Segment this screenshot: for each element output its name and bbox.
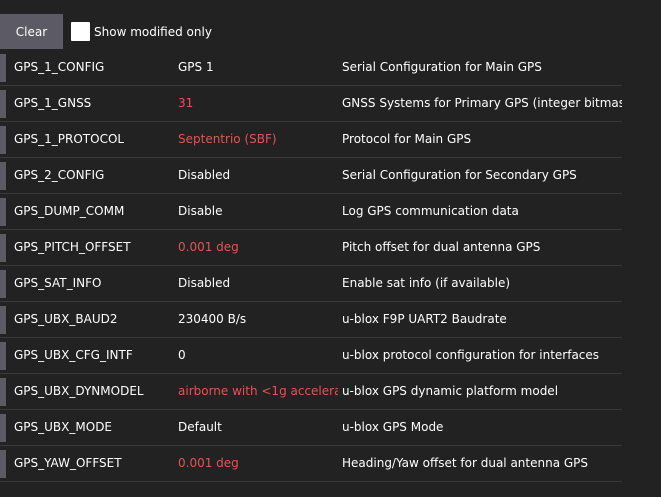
param-value[interactable]: Disabled bbox=[178, 266, 338, 301]
row-edit-handle[interactable] bbox=[0, 306, 6, 334]
row-edit-handle[interactable] bbox=[0, 378, 6, 406]
param-name: GPS_YAW_OFFSET bbox=[14, 456, 122, 470]
param-name: GPS_UBX_BAUD2 bbox=[14, 312, 118, 326]
param-name: GPS_1_GNSS bbox=[14, 96, 92, 110]
row-edit-handle[interactable] bbox=[0, 126, 6, 154]
row-edit-handle[interactable] bbox=[0, 198, 6, 226]
param-row[interactable]: GPS_PITCH_OFFSET 0.001 deg Pitch offset fo… bbox=[0, 230, 622, 266]
param-row[interactable]: GPS_UBX_MODE Default u-blox GPS Mode bbox=[0, 410, 622, 446]
param-row[interactable]: GPS_1_PROTOCOL Septentrio (SBF) Protocol f… bbox=[0, 122, 622, 158]
param-description: u-blox GPS dynamic platform model bbox=[342, 384, 559, 398]
param-description: Pitch offset for dual antenna GPS bbox=[342, 240, 541, 254]
param-row[interactable]: GPS_1_CONFIG GPS 1 Serial Configuration fo… bbox=[0, 50, 622, 86]
param-value[interactable]: Disable bbox=[178, 194, 338, 229]
show-modified-checkbox[interactable] bbox=[71, 22, 90, 41]
param-name: GPS_2_CONFIG bbox=[14, 168, 105, 182]
param-value[interactable]: Default bbox=[178, 410, 338, 445]
row-edit-handle[interactable] bbox=[0, 450, 6, 478]
clear-button[interactable]: Clear bbox=[0, 14, 63, 49]
param-description: u-blox GPS Mode bbox=[342, 420, 444, 434]
param-name: GPS_1_CONFIG bbox=[14, 60, 105, 74]
param-toolbar: Clear Show modified only bbox=[0, 14, 212, 49]
param-value[interactable]: GPS 1 bbox=[178, 50, 338, 85]
param-description: u-blox protocol configuration for interf… bbox=[342, 348, 600, 362]
param-row[interactable]: GPS_UBX_BAUD2 230400 B/s u-blox F9P UART2 … bbox=[0, 302, 622, 338]
parameter-table: GPS_1_CONFIG GPS 1 Serial Configuration fo… bbox=[0, 50, 622, 482]
param-row[interactable]: GPS_SAT_INFO Disabled Enable sat info (if … bbox=[0, 266, 622, 302]
param-name: GPS_UBX_DYNMODEL bbox=[14, 384, 144, 398]
param-name: GPS_PITCH_OFFSET bbox=[14, 240, 131, 254]
row-edit-handle[interactable] bbox=[0, 90, 6, 118]
param-name: GPS_UBX_MODE bbox=[14, 420, 113, 434]
param-row[interactable]: GPS_YAW_OFFSET 0.001 deg Heading/Yaw offse… bbox=[0, 446, 622, 482]
param-description: Serial Configuration for Secondary GPS bbox=[342, 168, 577, 182]
param-row[interactable]: GPS_UBX_CFG_INTF 0 u-blox protocol configu… bbox=[0, 338, 622, 374]
param-value[interactable]: 230400 B/s bbox=[178, 302, 338, 337]
param-description: GNSS Systems for Primary GPS (integer bi… bbox=[342, 96, 622, 110]
param-name: GPS_UBX_CFG_INTF bbox=[14, 348, 133, 362]
row-edit-handle[interactable] bbox=[0, 414, 6, 442]
param-row[interactable]: GPS_2_CONFIG Disabled Serial Configuration… bbox=[0, 158, 622, 194]
param-value[interactable]: Septentrio (SBF) bbox=[178, 122, 338, 157]
param-value[interactable]: Disabled bbox=[178, 158, 338, 193]
param-name: GPS_1_PROTOCOL bbox=[14, 132, 125, 146]
param-description: Enable sat info (if available) bbox=[342, 276, 511, 290]
param-description: Log GPS communication data bbox=[342, 204, 519, 218]
param-value[interactable]: 0.001 deg bbox=[178, 446, 338, 481]
param-row[interactable]: GPS_UBX_DYNMODEL airborne with <1g accele… bbox=[0, 374, 622, 410]
row-edit-handle[interactable] bbox=[0, 234, 6, 262]
param-value[interactable]: 0 bbox=[178, 338, 338, 373]
show-modified-label[interactable]: Show modified only bbox=[94, 25, 212, 39]
param-description: Protocol for Main GPS bbox=[342, 132, 472, 146]
param-row[interactable]: GPS_DUMP_COMM Disable Log GPS communicatio… bbox=[0, 194, 622, 230]
row-edit-handle[interactable] bbox=[0, 162, 6, 190]
param-value[interactable]: airborne with <1g acceleratio bbox=[178, 374, 338, 409]
param-description: u-blox F9P UART2 Baudrate bbox=[342, 312, 507, 326]
row-edit-handle[interactable] bbox=[0, 54, 6, 82]
param-name: GPS_SAT_INFO bbox=[14, 276, 102, 290]
param-description: Serial Configuration for Main GPS bbox=[342, 60, 542, 74]
row-edit-handle[interactable] bbox=[0, 342, 6, 370]
param-description: Heading/Yaw offset for dual antenna GPS bbox=[342, 456, 589, 470]
param-name: GPS_DUMP_COMM bbox=[14, 204, 125, 218]
param-value[interactable]: 0.001 deg bbox=[178, 230, 338, 265]
param-value[interactable]: 31 bbox=[178, 86, 338, 121]
param-row[interactable]: GPS_1_GNSS 31 GNSS Systems for Primary GPS… bbox=[0, 86, 622, 122]
row-edit-handle[interactable] bbox=[0, 270, 6, 298]
